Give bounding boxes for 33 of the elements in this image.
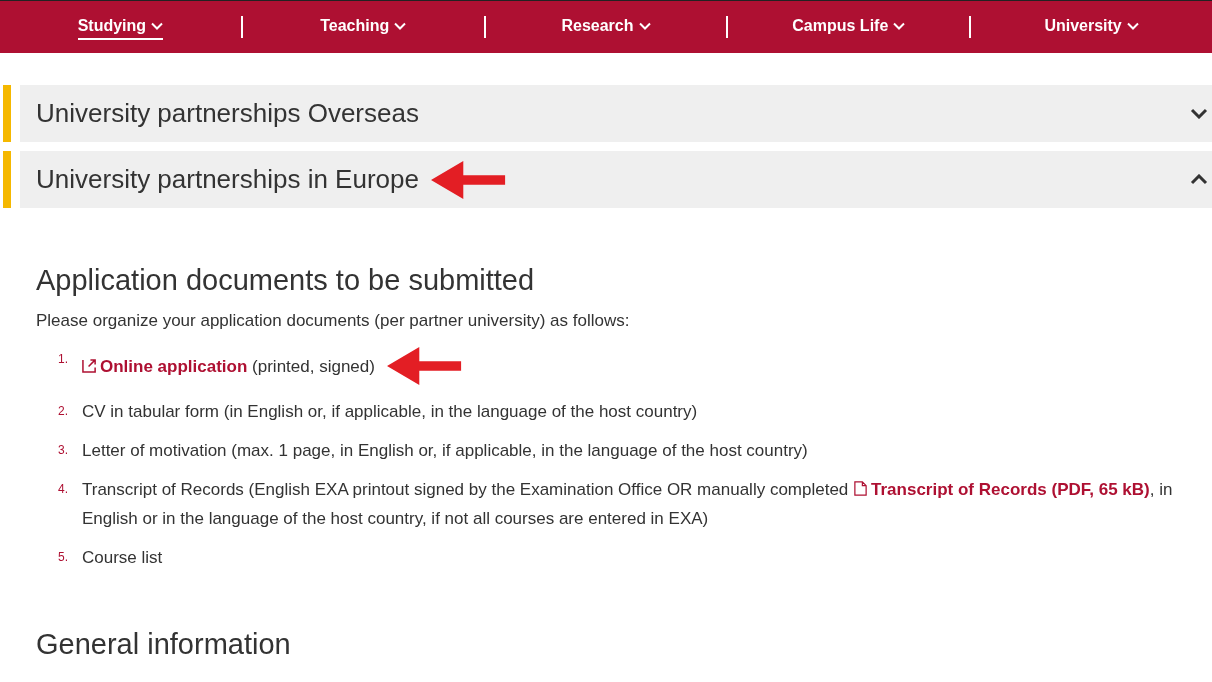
chevron-down-icon	[638, 22, 651, 30]
accent-bar	[3, 85, 11, 142]
nav-link[interactable]: Research	[561, 14, 651, 40]
chevron-up-icon	[1190, 174, 1208, 185]
accordion-header[interactable]: University partnerships Overseas	[20, 85, 1212, 142]
list-item-text: CV in tabular form (in English or, if applicable, in the language of the host country)	[82, 401, 698, 423]
accent-bar	[3, 151, 11, 208]
chevron-down-icon	[394, 22, 407, 30]
chevron-down-icon	[1190, 108, 1208, 119]
chevron-down-icon	[893, 22, 906, 30]
list-item-text: Letter of motivation (max. 1 page, in English or, if applicable, in the language of the host country)	[82, 440, 808, 462]
nav-link[interactable]: Campus Life	[792, 14, 906, 40]
list-number: 3.	[58, 442, 69, 459]
list-number: 5.	[58, 549, 69, 566]
document-icon	[853, 481, 869, 496]
chevron-down-icon	[1126, 22, 1139, 30]
list-number: 4.	[58, 481, 69, 498]
nav-link[interactable]: University	[1044, 14, 1139, 40]
document-link[interactable]: Online application	[82, 356, 248, 376]
nav-link[interactable]: Studying	[77, 14, 164, 40]
list-number: 2.	[58, 403, 69, 420]
external-link-icon	[82, 357, 97, 373]
list-number: 1.	[58, 351, 69, 368]
accordion-header[interactable]: University partnerships in Europe	[20, 151, 1212, 208]
list-item-text: Course list	[82, 547, 163, 569]
section-heading: General information	[36, 628, 292, 661]
chevron-down-icon	[151, 22, 164, 30]
section-heading: Application documents to be submitted	[36, 264, 536, 297]
document-link[interactable]: Transcript of Records (PDF, 65 kB)	[853, 480, 1150, 499]
intro-text: Please organize your application documents (per partner university) as follows:	[36, 311, 631, 331]
list-item-text: Online application (printed, signed)	[82, 351, 375, 381]
list-item-text: Transcript of Records (English EXA printout signed by the Examination Office OR manually completed Transcript of Records (PDF, 65 kB), in English or in the language of the host country, if not all courses are entered in EXA)	[82, 479, 1174, 530]
nav-link[interactable]: Teaching	[320, 14, 407, 40]
